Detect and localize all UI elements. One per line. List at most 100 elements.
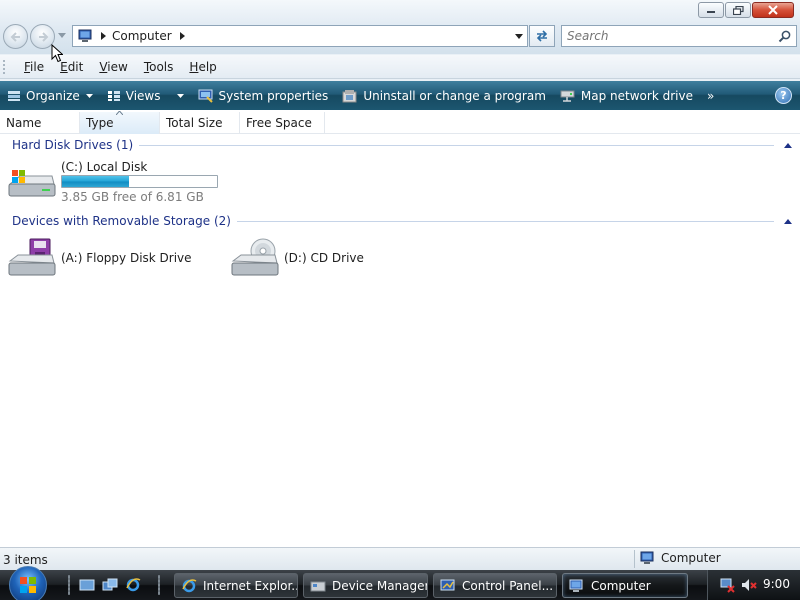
menu-tools-label: ools (149, 59, 174, 74)
close-icon (768, 5, 778, 15)
drive-name-a: (A:) Floppy Disk Drive (61, 251, 192, 265)
switch-windows-icon[interactable] (101, 577, 118, 593)
column-total-size[interactable]: Total Size (160, 112, 240, 134)
network-drive-icon (560, 89, 576, 103)
more-commands-button[interactable]: » (700, 81, 721, 110)
column-free-space-label: Free Space (246, 116, 312, 130)
search-icon[interactable] (778, 30, 791, 43)
breadcrumb-arrow-icon[interactable] (179, 32, 185, 40)
cd-drive-icon (231, 238, 279, 276)
system-properties-button[interactable]: System properties (191, 81, 336, 110)
drive-item-d[interactable]: (D:) CD Drive (229, 234, 429, 280)
group-header-hard-disks[interactable]: Hard Disk Drives (1) (12, 138, 792, 152)
status-location-label: Computer (661, 551, 721, 565)
task-computer[interactable]: Computer (562, 573, 688, 598)
drive-free-text-c: 3.85 GB free of 6.81 GB (61, 190, 204, 204)
search-box[interactable] (561, 25, 797, 47)
collapse-chevron-icon[interactable] (784, 218, 792, 224)
disk-usage-fill (62, 176, 130, 187)
refresh-button[interactable] (529, 25, 555, 47)
computer-icon (569, 579, 585, 593)
uninstall-label: Uninstall or change a program (363, 88, 546, 103)
notification-area: 9:00 (707, 570, 800, 600)
back-arrow-icon (10, 31, 20, 42)
menu-help-label: elp (198, 59, 217, 74)
disk-usage-bar (61, 175, 218, 188)
device-manager-icon (310, 579, 326, 593)
column-type[interactable]: Type (80, 111, 160, 134)
menu-view[interactable]: View (91, 60, 135, 74)
group-divider (139, 144, 774, 146)
column-total-size-label: Total Size (166, 116, 223, 130)
status-divider (634, 550, 635, 568)
recent-pages-dropdown-icon[interactable] (58, 33, 66, 38)
computer-icon (640, 551, 656, 565)
views-label: Views (125, 88, 161, 103)
command-bar: Organize Views System properties Uninsta… (0, 81, 800, 110)
quicklaunch-grip (68, 575, 70, 595)
task-label: Control Panel... (462, 578, 554, 593)
menu-edit-label: dit (67, 59, 84, 74)
map-network-drive-label: Map network drive (580, 88, 693, 103)
search-input[interactable] (567, 27, 778, 45)
more-commands-label: » (706, 88, 715, 103)
mouse-cursor (51, 44, 63, 63)
maximize-button[interactable] (725, 2, 751, 18)
file-list-pane: Name Type Total Size Free Space Hard Dis… (0, 110, 800, 547)
breadcrumb-computer[interactable]: Computer (112, 29, 172, 43)
column-name-label: Name (6, 116, 42, 130)
views-icon (107, 90, 121, 102)
group-divider (236, 220, 774, 222)
drive-item-c[interactable]: (C:) Local Disk 3.85 GB free of 6.81 GB (6, 158, 226, 204)
task-device-manager[interactable]: Device Manager (303, 573, 428, 598)
task-label: Internet Explor... (203, 578, 298, 593)
chevron-down-icon (176, 93, 184, 98)
network-icon[interactable] (720, 577, 736, 593)
task-internet-explorer[interactable]: Internet Explor... (174, 573, 298, 598)
status-bar: 3 items Computer (0, 547, 800, 570)
address-dropdown-icon[interactable] (515, 34, 523, 39)
volume-muted-icon[interactable] (741, 577, 757, 593)
menu-view-label: iew (107, 59, 128, 74)
task-control-panel[interactable]: Control Panel... (433, 573, 557, 598)
window-controls (698, 2, 794, 18)
column-free-space[interactable]: Free Space (240, 112, 325, 134)
internet-explorer-icon[interactable] (124, 577, 141, 593)
minimize-button[interactable] (698, 2, 724, 18)
column-type-label: Type (86, 116, 114, 130)
local-disk-icon (8, 170, 56, 197)
address-bar[interactable]: Computer (72, 25, 528, 47)
chevron-down-icon (85, 93, 93, 98)
column-header-row: Name Type Total Size Free Space (0, 111, 800, 134)
task-label: Device Manager (332, 578, 428, 593)
clock[interactable]: 9:00 (763, 577, 790, 591)
organize-icon (7, 90, 21, 102)
show-desktop-icon[interactable] (78, 577, 95, 593)
group-title-hard-disks: Hard Disk Drives (1) (12, 138, 134, 152)
views-button[interactable]: Views (100, 81, 191, 110)
restore-icon (732, 5, 744, 15)
help-button[interactable]: ? (775, 87, 792, 104)
menu-grip[interactable] (2, 58, 6, 75)
breadcrumb-arrow-icon[interactable] (101, 32, 106, 40)
column-name[interactable]: Name (0, 112, 80, 134)
window-titlebar: Computer (0, 0, 800, 54)
drive-item-a[interactable]: (A:) Floppy Disk Drive (6, 234, 206, 280)
uninstall-icon (342, 89, 358, 103)
map-network-drive-button[interactable]: Map network drive (553, 81, 700, 110)
start-button[interactable] (9, 566, 47, 600)
back-button[interactable] (3, 24, 28, 49)
organize-button[interactable]: Organize (0, 81, 100, 110)
menu-help[interactable]: Help (181, 60, 224, 74)
sort-ascending-icon (116, 111, 123, 115)
collapse-chevron-icon[interactable] (784, 142, 792, 148)
windows-logo-icon (20, 577, 36, 593)
menu-file[interactable]: File (16, 60, 52, 74)
refresh-icon (536, 30, 548, 42)
status-item-count: 3 items (3, 553, 48, 567)
uninstall-program-button[interactable]: Uninstall or change a program (335, 81, 553, 110)
drive-name-c: (C:) Local Disk (61, 160, 148, 174)
menu-tools[interactable]: Tools (136, 60, 182, 74)
group-header-removable[interactable]: Devices with Removable Storage (2) (12, 214, 792, 228)
close-button[interactable] (752, 2, 794, 18)
